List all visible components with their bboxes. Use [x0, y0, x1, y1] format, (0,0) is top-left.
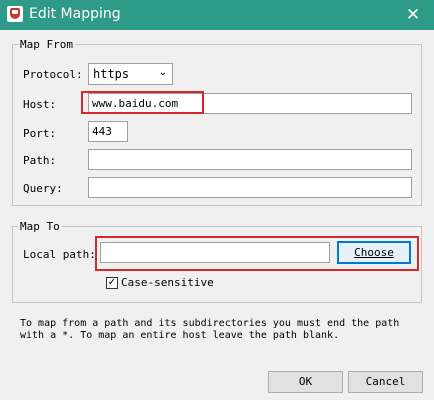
protocol-label: Protocol: — [23, 68, 83, 81]
ok-button[interactable]: OK — [268, 371, 343, 393]
query-input[interactable] — [88, 177, 412, 198]
path-label: Path: — [23, 154, 57, 167]
close-icon[interactable]: ✕ — [392, 0, 434, 30]
ok-button-label: OK — [298, 375, 313, 388]
map-to-group — [12, 226, 422, 303]
local-path-input[interactable] — [100, 242, 330, 263]
map-to-legend: Map To — [18, 220, 62, 233]
host-input[interactable]: www.baidu.com — [88, 93, 412, 114]
chevron-down-icon: ⌄ — [158, 67, 167, 78]
cancel-button[interactable]: Cancel — [348, 371, 423, 393]
window-title: Edit Mapping — [29, 6, 121, 22]
protocol-value: https — [93, 67, 130, 81]
case-sensitive-label[interactable]: Case-sensitive — [121, 276, 214, 289]
choose-button[interactable]: Choose — [337, 241, 411, 264]
help-note: To map from a path and its subdirectorie… — [20, 318, 400, 341]
protocol-select[interactable]: https ⌄ — [88, 63, 173, 85]
title-bar: Edit Mapping ✕ — [0, 0, 434, 30]
port-label: Port: — [23, 127, 57, 140]
query-label: Query: — [23, 182, 63, 195]
host-label: Host: — [23, 98, 57, 111]
local-path-label: Local path: — [23, 248, 96, 261]
app-icon — [7, 6, 23, 22]
cancel-button-label: Cancel — [365, 375, 406, 388]
port-input[interactable]: 443 — [88, 121, 128, 142]
choose-button-label: Choose — [354, 246, 394, 259]
path-input[interactable] — [88, 149, 412, 170]
map-from-legend: Map From — [18, 38, 75, 51]
case-sensitive-checkbox[interactable]: ✓ — [106, 277, 118, 289]
